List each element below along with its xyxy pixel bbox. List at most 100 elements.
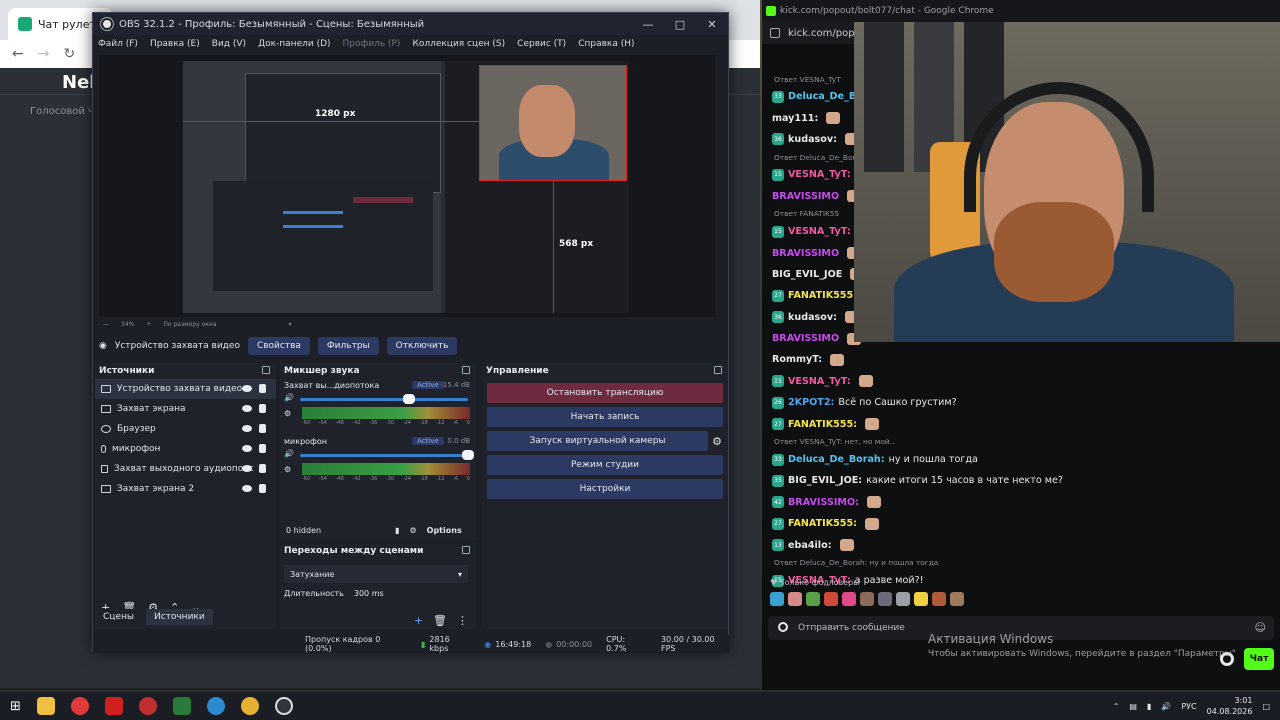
- chat-username[interactable]: FANATIK555:: [788, 518, 857, 529]
- dock-popout-icon[interactable]: [462, 366, 470, 374]
- source-selection-frame[interactable]: [479, 65, 627, 181]
- eye-icon[interactable]: [242, 485, 252, 492]
- microphone-icon[interactable]: ▮: [1147, 702, 1151, 711]
- emote-icon[interactable]: [914, 592, 928, 606]
- emote-icon[interactable]: [950, 592, 964, 606]
- chat-username[interactable]: BRAVISSIMO: [772, 191, 839, 202]
- chat-message[interactable]: 13 eba4ilo:: [762, 534, 1280, 555]
- eye-icon[interactable]: [242, 465, 252, 472]
- obs-titlebar[interactable]: OBS 32.1.2 - Профиль: Безымянный - Сцены…: [93, 13, 728, 35]
- menu-tools[interactable]: Сервис (T): [517, 39, 566, 49]
- edge-icon[interactable]: [206, 697, 225, 715]
- emote-icon[interactable]: [806, 592, 820, 606]
- volume-slider[interactable]: [300, 398, 468, 401]
- dock-popout-icon[interactable]: [462, 546, 470, 554]
- chat-username[interactable]: FANATIK555:: [788, 419, 857, 430]
- studio-mode-button[interactable]: Режим студии: [487, 455, 723, 475]
- chat-username[interactable]: FANATIK555:: [788, 290, 857, 301]
- chat-message[interactable]: 33 Deluca_De_Borah: ну и пошла тогда: [762, 449, 1280, 470]
- source-item[interactable]: Устройство захвата видео: [95, 379, 276, 399]
- chat-send-button[interactable]: Чат: [1244, 648, 1274, 670]
- speaker-icon[interactable]: 🔊: [284, 393, 294, 402]
- properties-button[interactable]: Свойства: [247, 337, 310, 355]
- chevron-down-icon[interactable]: ▾: [289, 321, 292, 328]
- chat-window-titlebar[interactable]: kick.com/popout/bolt077/chat - Google Ch…: [762, 0, 1280, 22]
- volume-icon[interactable]: 🔊: [1161, 702, 1171, 711]
- chat-username[interactable]: Deluca_De_Bo: [788, 91, 863, 102]
- chat-message[interactable]: 27 FANATIK555:: [762, 513, 1280, 534]
- menu-docks[interactable]: Док-панели (D): [258, 39, 330, 49]
- chat-username[interactable]: BRAVISSIMO:: [788, 497, 859, 508]
- meter-settings-icon[interactable]: ⚙: [284, 465, 291, 474]
- chat-username[interactable]: VESNA_TyT:: [788, 376, 851, 387]
- trash-icon[interactable]: 🗑: [433, 614, 447, 627]
- chat-message[interactable]: 35 BIG_EVIL_JOE: какие итоги 15 часов в ча…: [762, 470, 1280, 491]
- lock-icon[interactable]: [259, 404, 266, 413]
- chat-message[interactable]: 26 2KPOT2: Всё по Сашко грустим?: [762, 392, 1280, 413]
- emote-icon[interactable]: [932, 592, 946, 606]
- emoji-icon[interactable]: ☺: [1255, 621, 1266, 634]
- yandex-icon[interactable]: [104, 697, 123, 715]
- emote-icon[interactable]: [860, 592, 874, 606]
- close-icon[interactable]: ✕: [696, 18, 728, 31]
- disable-button[interactable]: Отключить: [386, 337, 458, 355]
- menu-help[interactable]: Справка (H): [578, 39, 634, 49]
- emote-icon[interactable]: [842, 592, 856, 606]
- yandex-browser-icon[interactable]: [70, 697, 89, 715]
- advanced-audio-icon[interactable]: ⚙: [409, 526, 416, 535]
- chevron-up-icon[interactable]: ⌃: [1113, 702, 1120, 711]
- start-recording-button[interactable]: Начать запись: [487, 407, 723, 427]
- more-icon[interactable]: ⋮: [457, 614, 468, 627]
- eye-icon[interactable]: [242, 425, 252, 432]
- duration-input[interactable]: 300 ms: [354, 589, 384, 598]
- lock-icon[interactable]: [259, 444, 266, 453]
- tab-scenes[interactable]: Сцены: [95, 609, 142, 625]
- options-button[interactable]: Options: [427, 526, 462, 535]
- zoom-mode[interactable]: По размеру окна: [163, 321, 216, 328]
- filters-button[interactable]: Фильтры: [317, 337, 379, 355]
- eye-icon[interactable]: [242, 405, 252, 412]
- lock-icon[interactable]: [259, 464, 266, 473]
- lock-icon[interactable]: [259, 484, 266, 493]
- chat-username[interactable]: kudasov:: [788, 312, 837, 323]
- chat-username[interactable]: BRAVISSIMO: [772, 333, 839, 344]
- transition-select[interactable]: Затухание ▾: [284, 565, 468, 583]
- menu-file[interactable]: Файл (F): [98, 39, 138, 49]
- obs-window[interactable]: OBS 32.1.2 - Профиль: Безымянный - Сцены…: [92, 12, 730, 653]
- volume-knob[interactable]: [462, 450, 474, 460]
- eye-icon[interactable]: [242, 385, 252, 392]
- minimize-icon[interactable]: —: [632, 18, 664, 31]
- source-item[interactable]: микрофон: [95, 439, 276, 459]
- menu-view[interactable]: Вид (V): [212, 39, 246, 49]
- language-indicator[interactable]: РУС: [1181, 702, 1196, 711]
- opera-icon[interactable]: [138, 697, 157, 715]
- chat-username[interactable]: Deluca_De_Borah:: [788, 454, 885, 465]
- settings-button[interactable]: Настройки: [487, 479, 723, 499]
- windows-start-icon[interactable]: ⊞: [10, 699, 21, 714]
- speaker-icon[interactable]: 🔊: [284, 449, 294, 458]
- chat-username[interactable]: BRAVISSIMO: [772, 248, 839, 259]
- volume-slider[interactable]: [300, 454, 468, 457]
- meter-settings-icon[interactable]: ⚙: [284, 409, 291, 418]
- network-icon[interactable]: ▤: [1129, 702, 1137, 711]
- emote-icon[interactable]: [770, 592, 784, 606]
- notifications-icon[interactable]: □: [1262, 702, 1270, 711]
- lock-icon[interactable]: [259, 384, 266, 393]
- emote-icon[interactable]: [878, 592, 892, 606]
- dock-popout-icon[interactable]: [262, 366, 270, 374]
- obs-taskbar-icon[interactable]: [274, 697, 293, 715]
- chat-message[interactable]: 42 BRAVISSIMO:: [762, 492, 1280, 513]
- gear-icon[interactable]: ⚙: [712, 435, 722, 448]
- chat-username[interactable]: BIG_EVIL_JOE: [772, 269, 842, 280]
- chat-username[interactable]: BIG_EVIL_JOE:: [788, 475, 862, 486]
- app-icon[interactable]: [172, 697, 191, 715]
- chat-username[interactable]: kudasov:: [788, 134, 837, 145]
- stop-streaming-button[interactable]: Остановить трансляцию: [487, 383, 723, 403]
- emote-icon[interactable]: [896, 592, 910, 606]
- panel-icon[interactable]: ▮: [395, 526, 399, 535]
- back-arrow-icon[interactable]: ←: [12, 46, 24, 62]
- chat-username[interactable]: VESNA_TyT:: [788, 226, 851, 237]
- eye-icon[interactable]: [242, 445, 252, 452]
- chrome-icon[interactable]: [240, 697, 259, 715]
- source-item[interactable]: Захват экрана: [95, 399, 276, 419]
